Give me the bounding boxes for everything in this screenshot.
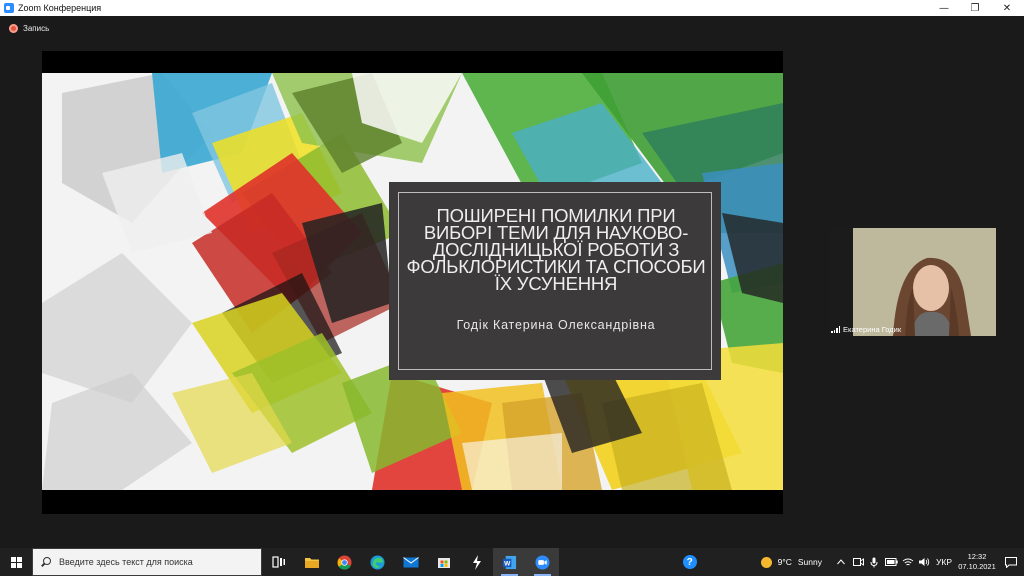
clock[interactable]: 12:32 07.10.2021 (956, 552, 998, 572)
windows-logo-icon (10, 556, 22, 568)
volume-icon[interactable] (916, 557, 932, 567)
clock-time: 12:32 (967, 552, 987, 561)
svg-text:W: W (504, 560, 511, 567)
slide-author: Годік Катерина Олександрівна (456, 318, 656, 332)
meet-now-icon[interactable] (850, 557, 866, 567)
windows-taskbar: W ? 9°C Sunny УКР 12 (0, 548, 1024, 576)
presentation-slide: Поширені помилки при виборі теми для нау… (42, 73, 783, 490)
sun-icon (760, 556, 772, 568)
title-frame: Поширені помилки при виборі теми для нау… (398, 192, 712, 370)
system-tray: ? 9°C Sunny УКР 12:32 07.10.2021 (679, 548, 1024, 576)
window-title: Zoom Конференция (18, 3, 102, 13)
window-titlebar: Zoom Конференция — ❐ ✕ (0, 0, 1024, 16)
chrome-icon[interactable] (328, 548, 361, 576)
weather-condition: Sunny (797, 557, 822, 567)
weather-widget[interactable]: 9°C Sunny (760, 556, 822, 568)
close-button[interactable]: ✕ (990, 0, 1024, 16)
title-box: Поширені помилки при виборі теми для нау… (389, 182, 721, 380)
file-explorer-icon[interactable] (295, 548, 328, 576)
help-icon[interactable]: ? (679, 553, 701, 571)
zoom-icon[interactable] (526, 548, 559, 576)
weather-temp: 9°C (777, 557, 792, 567)
recording-icon (9, 23, 18, 33)
recording-label[interactable]: Запись (23, 24, 49, 33)
clock-date: 07.10.2021 (958, 562, 996, 571)
minimize-button[interactable]: — (927, 0, 961, 16)
word-icon[interactable]: W (493, 548, 526, 576)
zoom-app-icon (4, 3, 14, 13)
participant-video (853, 228, 996, 336)
edge-icon[interactable] (361, 548, 394, 576)
microphone-icon[interactable] (866, 557, 882, 568)
chevron-up-icon[interactable] (832, 559, 850, 565)
language-indicator[interactable]: УКР (932, 557, 956, 567)
task-view-icon[interactable] (262, 548, 295, 576)
participant-name-label: Екатерина Годик (831, 325, 901, 334)
taskbar-search[interactable] (32, 548, 262, 576)
python-icon[interactable] (460, 548, 493, 576)
notifications-icon[interactable] (998, 556, 1024, 568)
participant-image (853, 228, 996, 336)
battery-icon[interactable] (882, 558, 900, 566)
participant-video-tile[interactable]: Екатерина Годик (829, 228, 996, 336)
recording-bar: Запись (0, 16, 1024, 40)
store-icon[interactable] (427, 548, 460, 576)
search-input[interactable] (59, 557, 249, 567)
signal-strength-icon (831, 326, 840, 333)
participant-name: Екатерина Годик (843, 325, 902, 334)
restore-button[interactable]: ❐ (958, 0, 992, 16)
meeting-area: Поширені помилки при виборі теми для нау… (0, 40, 1024, 548)
search-icon (41, 557, 51, 567)
screen-share-view: Поширені помилки при виборі теми для нау… (42, 51, 783, 514)
mail-icon[interactable] (394, 548, 427, 576)
start-button[interactable] (0, 548, 32, 576)
slide-title: Поширені помилки при виборі теми для нау… (406, 205, 706, 294)
wifi-icon[interactable] (900, 558, 916, 567)
